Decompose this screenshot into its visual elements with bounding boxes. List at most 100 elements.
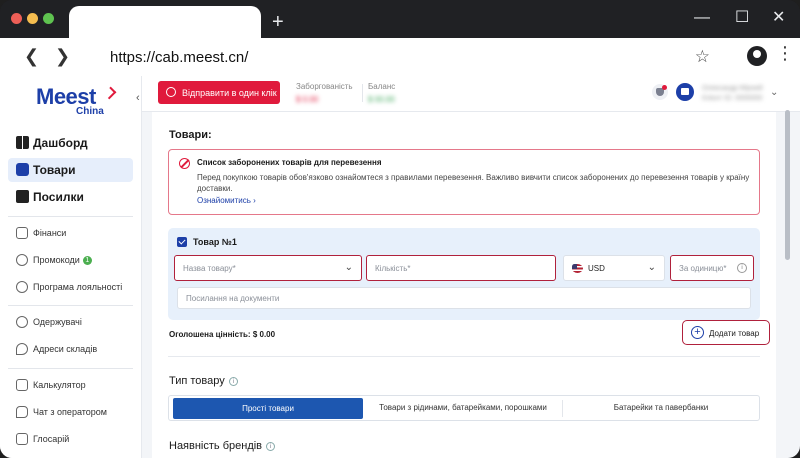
user-info[interactable]: Олександр Мірний Клієнт ID: 0000000 xyxy=(702,84,763,104)
sidebar-item-calculator[interactable]: Калькулятор xyxy=(8,373,133,397)
back-icon[interactable]: ❮ xyxy=(24,47,39,65)
add-item-button[interactable]: + Додати товар xyxy=(682,320,770,345)
quantity-placeholder: Кількість* xyxy=(375,264,411,273)
item-checkbox[interactable] xyxy=(177,237,187,247)
promocodes-label: Промокоди xyxy=(33,255,80,265)
item-name-placeholder: Назва товару* xyxy=(183,264,236,273)
send-one-click-button[interactable]: Відправити в один клік xyxy=(158,81,280,104)
alert-title: Список заборонених товарів для перевезен… xyxy=(197,158,382,167)
sidebar-item-loyalty[interactable]: Програма лояльності xyxy=(8,275,133,299)
goods-form: Товари: Список заборонених товарів для п… xyxy=(152,112,776,458)
sidebar-item-label: Калькулятор xyxy=(33,380,86,390)
quantity-field[interactable]: Кількість* xyxy=(366,255,556,281)
meest-logo[interactable]: Meest China xyxy=(36,84,117,117)
balance-label: Баланс xyxy=(368,82,396,91)
app-area: Meest China Дашборд Товари Посилки Фінан… xyxy=(0,76,800,458)
url-text[interactable]: https://cab.meest.cn/ xyxy=(110,49,248,66)
debt-value: $ 0.00 xyxy=(296,95,319,104)
sidebar: Meest China Дашборд Товари Посилки Фінан… xyxy=(0,76,142,458)
loyalty-icon xyxy=(16,281,28,293)
sidebar-item-label: Програма лояльності xyxy=(33,282,123,292)
browser-tab[interactable] xyxy=(69,6,261,38)
chevron-down-icon: ⌄ xyxy=(647,262,656,273)
sidebar-divider xyxy=(8,216,133,217)
tab-strip: + — ☐ ✕ xyxy=(0,0,800,38)
calculator-icon xyxy=(16,379,28,391)
parcel-icon xyxy=(16,190,29,203)
minimize-icon[interactable]: — xyxy=(694,10,710,26)
maximize-window-dot[interactable] xyxy=(43,13,54,24)
item-card: Товар №1 Назва товару* ⌄ Кількість* USD … xyxy=(168,228,760,320)
wallet-icon xyxy=(16,227,28,239)
glossary-icon xyxy=(16,433,28,445)
item-name-select[interactable]: Назва товару* ⌄ xyxy=(174,255,362,281)
top-bar: ‹ Відправити в один клік Заборгованість … xyxy=(136,76,800,112)
goods-type-title: Тип товару i xyxy=(169,375,238,387)
logo-subtext: China xyxy=(76,106,104,117)
sidebar-item-promocodes[interactable]: Промокоди 1 xyxy=(8,248,133,272)
avatar[interactable] xyxy=(676,83,694,101)
sidebar-item-finance[interactable]: Фінанси xyxy=(8,221,133,245)
goods-type-simple[interactable]: Прості товари xyxy=(173,398,363,419)
browser-menu-icon[interactable]: ⋮ xyxy=(776,44,794,62)
page-title: Товари: xyxy=(169,129,212,141)
sidebar-item-label: Промокоди 1 xyxy=(33,255,92,265)
send-icon xyxy=(166,87,176,97)
forward-icon[interactable]: ❯ xyxy=(55,47,70,65)
promocodes-badge: 1 xyxy=(82,256,92,265)
sidebar-item-label: Глосарій xyxy=(33,434,70,444)
maximize-icon[interactable]: ☐ xyxy=(735,10,749,26)
brands-title: Наявність брендів i xyxy=(169,440,276,452)
goods-type-selector: Прості товари Товари з рідинами, батарей… xyxy=(168,395,760,421)
send-button-label: Відправити в один клік xyxy=(182,88,277,98)
sidebar-divider xyxy=(8,305,133,306)
minimize-window-dot[interactable] xyxy=(27,13,38,24)
info-icon[interactable]: i xyxy=(266,442,276,451)
sidebar-item-warehouses[interactable]: Адреси складів xyxy=(8,337,133,361)
sidebar-item-label: Дашборд xyxy=(33,136,88,150)
address-bar[interactable]: https://cab.meest.cn/ ☆ xyxy=(90,43,720,71)
goods-type-title-text: Тип товару xyxy=(169,375,225,387)
declared-value: Оголошена цінність: $ 0.00 xyxy=(169,330,276,339)
add-item-label: Додати товар xyxy=(709,329,760,338)
currency-value: USD xyxy=(588,264,605,273)
browser-toolbar: ❮ ❯ https://cab.meest.cn/ ☆ ⋮ xyxy=(0,38,800,76)
dashboard-icon xyxy=(16,136,29,149)
scrollbar-thumb[interactable] xyxy=(785,110,790,260)
info-icon[interactable]: i xyxy=(737,263,747,273)
user-id: Клієнт ID: 0000000 xyxy=(702,95,763,102)
close-window-dot[interactable] xyxy=(11,13,22,24)
sidebar-item-label: Фінанси xyxy=(33,228,67,238)
goods-type-liquids[interactable]: Товари з рідинами, батарейками, порошкам… xyxy=(365,396,561,420)
prohibited-icon xyxy=(179,158,190,169)
sidebar-item-goods[interactable]: Товари xyxy=(8,158,133,182)
profile-icon[interactable] xyxy=(747,46,767,66)
chevron-down-icon[interactable]: ⌄ xyxy=(770,87,778,98)
close-icon[interactable]: ✕ xyxy=(772,10,785,26)
us-flag-icon xyxy=(572,264,583,273)
notification-dot xyxy=(662,85,667,90)
sidebar-item-chat[interactable]: Чат з оператором xyxy=(8,400,133,424)
sidebar-item-recipients[interactable]: Одержувачі xyxy=(8,310,133,334)
documents-placeholder: Посилання на документи xyxy=(186,294,280,303)
sidebar-item-dashboard[interactable]: Дашборд xyxy=(8,131,133,155)
info-icon[interactable]: i xyxy=(228,377,238,386)
collapse-sidebar-icon[interactable]: ‹ xyxy=(136,92,140,104)
documents-link-field[interactable]: Посилання на документи xyxy=(177,287,751,309)
read-more-link[interactable]: Ознайомитись › xyxy=(197,196,256,205)
balance-value: $ 00.00 xyxy=(368,95,395,104)
sidebar-divider xyxy=(8,368,133,369)
sidebar-item-label: Адреси складів xyxy=(33,344,98,354)
notifications-bell-icon[interactable] xyxy=(652,84,668,100)
bookmark-star-icon[interactable]: ☆ xyxy=(695,47,710,67)
goods-type-batteries[interactable]: Батарейки та павербанки xyxy=(563,396,759,420)
sidebar-item-glossary[interactable]: Глосарій xyxy=(8,427,133,451)
prohibited-goods-alert: Список заборонених товарів для перевезен… xyxy=(168,149,760,215)
new-tab-button[interactable]: + xyxy=(272,12,284,32)
sidebar-item-parcels[interactable]: Посилки xyxy=(8,185,133,209)
chevron-down-icon: ⌄ xyxy=(344,262,353,273)
debt-stat: Заборгованість $ 0.00 xyxy=(296,82,353,104)
currency-select[interactable]: USD ⌄ xyxy=(563,255,665,281)
unit-price-field[interactable]: За одиницю* i xyxy=(670,255,754,281)
brands-title-text: Наявність брендів xyxy=(169,440,263,452)
